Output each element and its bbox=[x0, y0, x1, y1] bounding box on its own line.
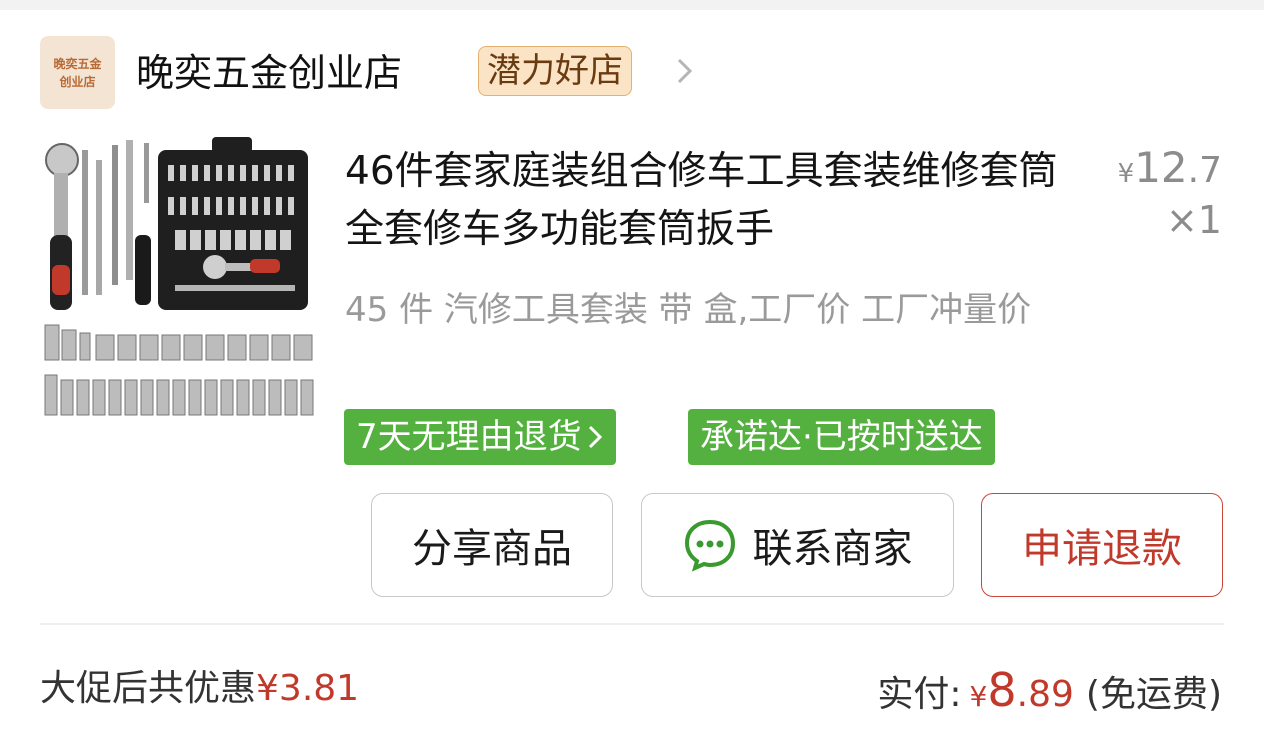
product-spec: 45 件 汽修工具套装 带 盒,工厂价 工厂冲量价 bbox=[345, 290, 1032, 330]
price-decimal: .7 bbox=[1187, 150, 1222, 191]
price-integer: 12 bbox=[1134, 143, 1188, 192]
product-price: ¥12.7 bbox=[1118, 143, 1222, 192]
promo-label: 大促后共优惠 bbox=[40, 668, 257, 709]
chat-bubble-icon bbox=[684, 519, 735, 572]
amount-paid: 实付: ¥8.89 (免运费) bbox=[877, 662, 1222, 725]
store-name[interactable]: 晚奕五金创业店 bbox=[136, 48, 402, 98]
chevron-right-icon[interactable] bbox=[670, 56, 700, 86]
store-logo[interactable]: 晚奕五金 创业店 bbox=[40, 36, 115, 109]
promo-amount: ¥3.81 bbox=[256, 668, 360, 709]
price-symbol: ¥ bbox=[1117, 159, 1135, 189]
delivery-promise-label: 承诺达·已按时送达 bbox=[700, 417, 983, 457]
paid-label: 实付: bbox=[877, 674, 962, 715]
return-policy-label: 7天无理由退货 bbox=[356, 417, 582, 457]
paid-decimal: .89 bbox=[1016, 674, 1074, 715]
paid-integer: 8 bbox=[987, 663, 1017, 717]
contact-seller-button[interactable]: 联系商家 bbox=[641, 493, 954, 597]
product-thumbnail[interactable] bbox=[40, 135, 325, 425]
divider bbox=[40, 623, 1224, 625]
order-item-card: 晚奕五金 创业店 晚奕五金创业店 潜力好店 46件套家庭装组合修车工具套装维修套… bbox=[0, 10, 1264, 754]
store-badge: 潜力好店 bbox=[478, 46, 632, 96]
refund-button[interactable]: 申请退款 bbox=[981, 493, 1223, 597]
product-title[interactable]: 46件套家庭装组合修车工具套装维修套筒全套修车多功能套筒扳手 bbox=[345, 143, 1075, 259]
chevron-right-icon bbox=[588, 425, 602, 449]
share-button[interactable]: 分享商品 bbox=[371, 493, 613, 597]
product-quantity: ×1 bbox=[1165, 198, 1222, 242]
contact-seller-label: 联系商家 bbox=[752, 527, 913, 571]
promo-discount: 大促后共优惠¥3.81 bbox=[40, 666, 359, 712]
return-policy-tag[interactable]: 7天无理由退货 bbox=[344, 409, 616, 465]
store-logo-line1: 晚奕五金 bbox=[53, 56, 102, 71]
store-logo-line2: 创业店 bbox=[59, 74, 96, 89]
paid-symbol: ¥ bbox=[969, 680, 988, 713]
delivery-promise-tag: 承诺达·已按时送达 bbox=[688, 409, 995, 465]
shipping-note: (免运费) bbox=[1085, 674, 1222, 715]
